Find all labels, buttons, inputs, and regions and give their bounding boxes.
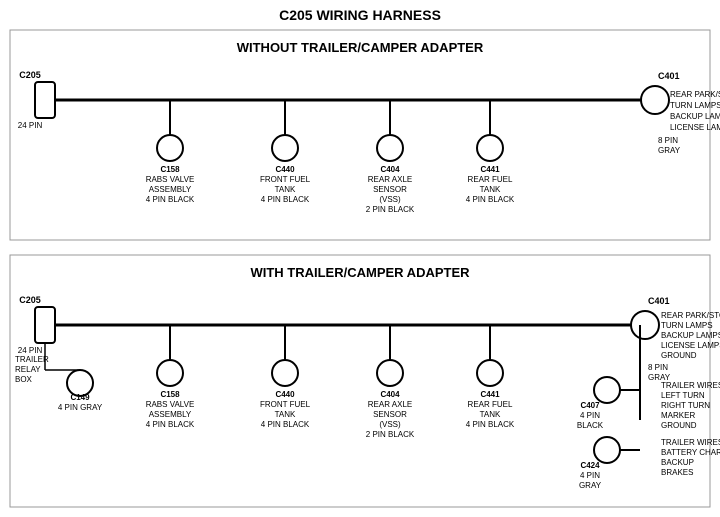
bottom-left-c205-label: C205 (19, 295, 41, 305)
svg-text:TURN LAMPS: TURN LAMPS (661, 321, 713, 330)
svg-text:REAR FUEL: REAR FUEL (468, 175, 513, 184)
svg-text:TRAILER WIRES: TRAILER WIRES (661, 438, 720, 447)
svg-text:8 PIN: 8 PIN (648, 363, 668, 372)
svg-text:FRONT FUEL: FRONT FUEL (260, 400, 311, 409)
svg-text:BOX: BOX (15, 375, 33, 384)
svg-text:4 PIN BLACK: 4 PIN BLACK (261, 420, 310, 429)
svg-text:C158: C158 (160, 390, 180, 399)
svg-text:TANK: TANK (275, 185, 296, 194)
svg-text:ASSEMBLY: ASSEMBLY (149, 410, 192, 419)
svg-text:GRAY: GRAY (579, 481, 602, 490)
svg-text:C149: C149 (70, 393, 90, 402)
svg-text:C158: C158 (160, 165, 180, 174)
svg-text:C424: C424 (580, 461, 600, 470)
svg-text:4 PIN: 4 PIN (580, 411, 600, 420)
svg-text:C404: C404 (380, 390, 400, 399)
svg-text:4 PIN BLACK: 4 PIN BLACK (466, 195, 515, 204)
svg-text:REAR FUEL: REAR FUEL (468, 400, 513, 409)
bottom-section-label: WITH TRAILER/CAMPER ADAPTER (250, 265, 470, 280)
svg-text:BATTERY CHARGE: BATTERY CHARGE (661, 448, 720, 457)
svg-text:GROUND: GROUND (661, 351, 697, 360)
svg-text:4 PIN: 4 PIN (580, 471, 600, 480)
svg-text:8 PIN: 8 PIN (658, 136, 678, 145)
bottom-right-c401-label: C401 (648, 296, 670, 306)
svg-text:TRAILER: TRAILER (15, 355, 49, 364)
top-section-label: WITHOUT TRAILER/CAMPER ADAPTER (237, 40, 484, 55)
svg-text:REAR PARK/STOP: REAR PARK/STOP (661, 311, 720, 320)
top-left-24pin-label: 24 PIN (18, 121, 43, 130)
svg-text:LEFT TURN: LEFT TURN (661, 391, 705, 400)
svg-text:REAR AXLE: REAR AXLE (368, 400, 412, 409)
svg-text:BACKUP LAMPS: BACKUP LAMPS (670, 112, 720, 121)
svg-text:2 PIN BLACK: 2 PIN BLACK (366, 430, 415, 439)
top-right-c401-label: C401 (658, 71, 680, 81)
top-right-8pin-label: REAR PARK/STOP (670, 90, 720, 99)
svg-text:GRAY: GRAY (658, 146, 681, 155)
svg-text:4 PIN BLACK: 4 PIN BLACK (261, 195, 310, 204)
svg-text:C404: C404 (380, 165, 400, 174)
svg-text:(VSS): (VSS) (379, 420, 401, 429)
svg-text:C440: C440 (275, 165, 295, 174)
diagram-area: C205 WIRING HARNESS WITHOUT TRAILER/CAMP… (0, 0, 720, 517)
svg-text:RELAY: RELAY (15, 365, 41, 374)
svg-text:TRAILER WIRES: TRAILER WIRES (661, 381, 720, 390)
svg-text:RABS VALVE: RABS VALVE (146, 400, 195, 409)
svg-text:LICENSE LAMPS: LICENSE LAMPS (670, 123, 720, 132)
svg-text:4 PIN BLACK: 4 PIN BLACK (146, 195, 195, 204)
svg-text:TANK: TANK (480, 185, 501, 194)
svg-text:2 PIN BLACK: 2 PIN BLACK (366, 205, 415, 214)
page-title: C205 WIRING HARNESS (279, 7, 441, 23)
svg-text:BACKUP LAMPS: BACKUP LAMPS (661, 331, 720, 340)
svg-text:BACKUP: BACKUP (661, 458, 694, 467)
svg-text:C441: C441 (480, 165, 500, 174)
svg-text:RIGHT TURN: RIGHT TURN (661, 401, 710, 410)
svg-text:SENSOR: SENSOR (373, 185, 407, 194)
svg-text:C441: C441 (480, 390, 500, 399)
svg-text:BRAKES: BRAKES (661, 468, 693, 477)
svg-text:BLACK: BLACK (577, 421, 604, 430)
svg-text:ASSEMBLY: ASSEMBLY (149, 185, 192, 194)
svg-text:GROUND: GROUND (661, 421, 697, 430)
svg-text:4 PIN GRAY: 4 PIN GRAY (58, 403, 103, 412)
svg-text:4 PIN BLACK: 4 PIN BLACK (146, 420, 195, 429)
svg-text:REAR AXLE: REAR AXLE (368, 175, 412, 184)
svg-text:4 PIN BLACK: 4 PIN BLACK (466, 420, 515, 429)
svg-text:TANK: TANK (480, 410, 501, 419)
svg-text:FRONT FUEL: FRONT FUEL (260, 175, 311, 184)
svg-text:TANK: TANK (275, 410, 296, 419)
svg-text:SENSOR: SENSOR (373, 410, 407, 419)
svg-text:C440: C440 (275, 390, 295, 399)
svg-text:MARKER: MARKER (661, 411, 695, 420)
svg-text:TURN LAMPS: TURN LAMPS (670, 101, 720, 110)
svg-text:(VSS): (VSS) (379, 195, 401, 204)
top-left-c205-label: C205 (19, 70, 41, 80)
svg-text:C407: C407 (580, 401, 600, 410)
svg-text:LICENSE LAMPS: LICENSE LAMPS (661, 341, 720, 350)
bottom-left-24pin-label: 24 PIN (18, 346, 43, 355)
svg-text:RABS VALVE: RABS VALVE (146, 175, 195, 184)
